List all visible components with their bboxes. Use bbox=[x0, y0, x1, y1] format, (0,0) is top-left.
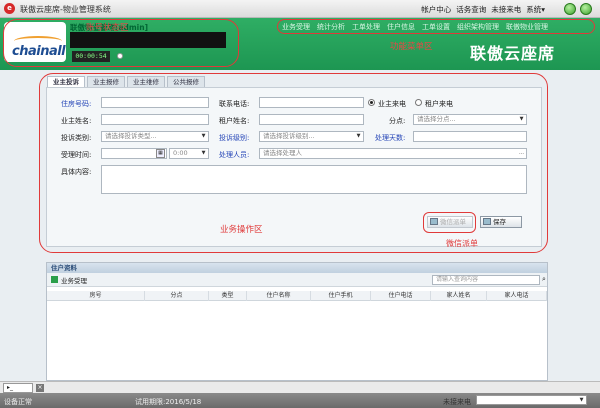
search-icon[interactable]: ⌕ bbox=[542, 275, 546, 284]
list-search-input[interactable]: 请输入查询内容 bbox=[432, 275, 540, 285]
col-resident-phone[interactable]: 住户电话 bbox=[371, 291, 431, 301]
menu-missed-calls[interactable]: 未接来电 bbox=[491, 4, 521, 15]
brand-name: 联傲云座席 bbox=[470, 44, 556, 63]
header-band: chainall 联傲物业管理[admin] 账号状态区 00:00:54 业务… bbox=[0, 18, 600, 70]
list-toolbar: 业务受理 请输入查询内容 ⌕ bbox=[47, 273, 547, 287]
trial-period: 试用期限:2016/5/18 bbox=[135, 398, 202, 406]
device-status: 设备正常 bbox=[4, 398, 32, 406]
account-area-outline bbox=[3, 19, 239, 67]
close-button[interactable] bbox=[580, 3, 592, 15]
function-menu-label: 功能菜单区 bbox=[390, 42, 433, 52]
console-bar: ▸_ × bbox=[0, 381, 600, 393]
minimize-button[interactable] bbox=[564, 3, 576, 15]
app-logo-icon: e bbox=[4, 3, 15, 14]
business-area-outline bbox=[39, 73, 548, 253]
window-title: 联傲云座席-物业管理系统 bbox=[20, 5, 111, 14]
list-header-row: 房号 分点 类型 住户名称 住户手机 住户电话 家人姓名 家人电话 bbox=[47, 291, 547, 301]
col-resident-mobile[interactable]: 住户手机 bbox=[311, 291, 371, 301]
console-tab[interactable]: ▸_ bbox=[3, 383, 33, 393]
menu-call-query[interactable]: 话务查询 bbox=[456, 4, 486, 15]
col-family-phone[interactable]: 家人电话 bbox=[487, 291, 547, 301]
chevron-down-icon: ▼ bbox=[579, 397, 584, 403]
missed-calls-label: 未接来电 bbox=[443, 398, 471, 406]
top-menu: 帐户中心 话务查询 未接来电 系统▾ bbox=[421, 4, 545, 15]
add-icon bbox=[51, 276, 58, 283]
console-close-icon[interactable]: × bbox=[36, 384, 44, 392]
col-house-no[interactable]: 房号 bbox=[47, 291, 145, 301]
resident-list-title: 住户资料 bbox=[47, 263, 547, 273]
menu-account-center[interactable]: 帐户中心 bbox=[421, 4, 451, 15]
resident-list-panel: 住户资料 业务受理 请输入查询内容 ⌕ 房号 分点 类型 住户名称 住户手机 住… bbox=[46, 262, 548, 381]
col-family-name[interactable]: 家人姓名 bbox=[431, 291, 487, 301]
function-menu-outline bbox=[277, 19, 595, 34]
col-branch[interactable]: 分点 bbox=[145, 291, 209, 301]
menu-system[interactable]: 系统▾ bbox=[526, 4, 545, 15]
title-bar: e 联傲云座席-物业管理系统 帐户中心 话务查询 未接来电 系统▾ bbox=[0, 0, 600, 18]
status-bar: 设备正常 试用期限:2016/5/18 未接来电 ▼ bbox=[0, 393, 600, 408]
missed-calls-select[interactable]: ▼ bbox=[476, 395, 587, 405]
business-accept-button[interactable]: 业务受理 bbox=[51, 275, 87, 285]
col-type[interactable]: 类型 bbox=[209, 291, 247, 301]
col-resident-name[interactable]: 住户名称 bbox=[247, 291, 311, 301]
business-accept-label: 业务受理 bbox=[61, 277, 87, 285]
